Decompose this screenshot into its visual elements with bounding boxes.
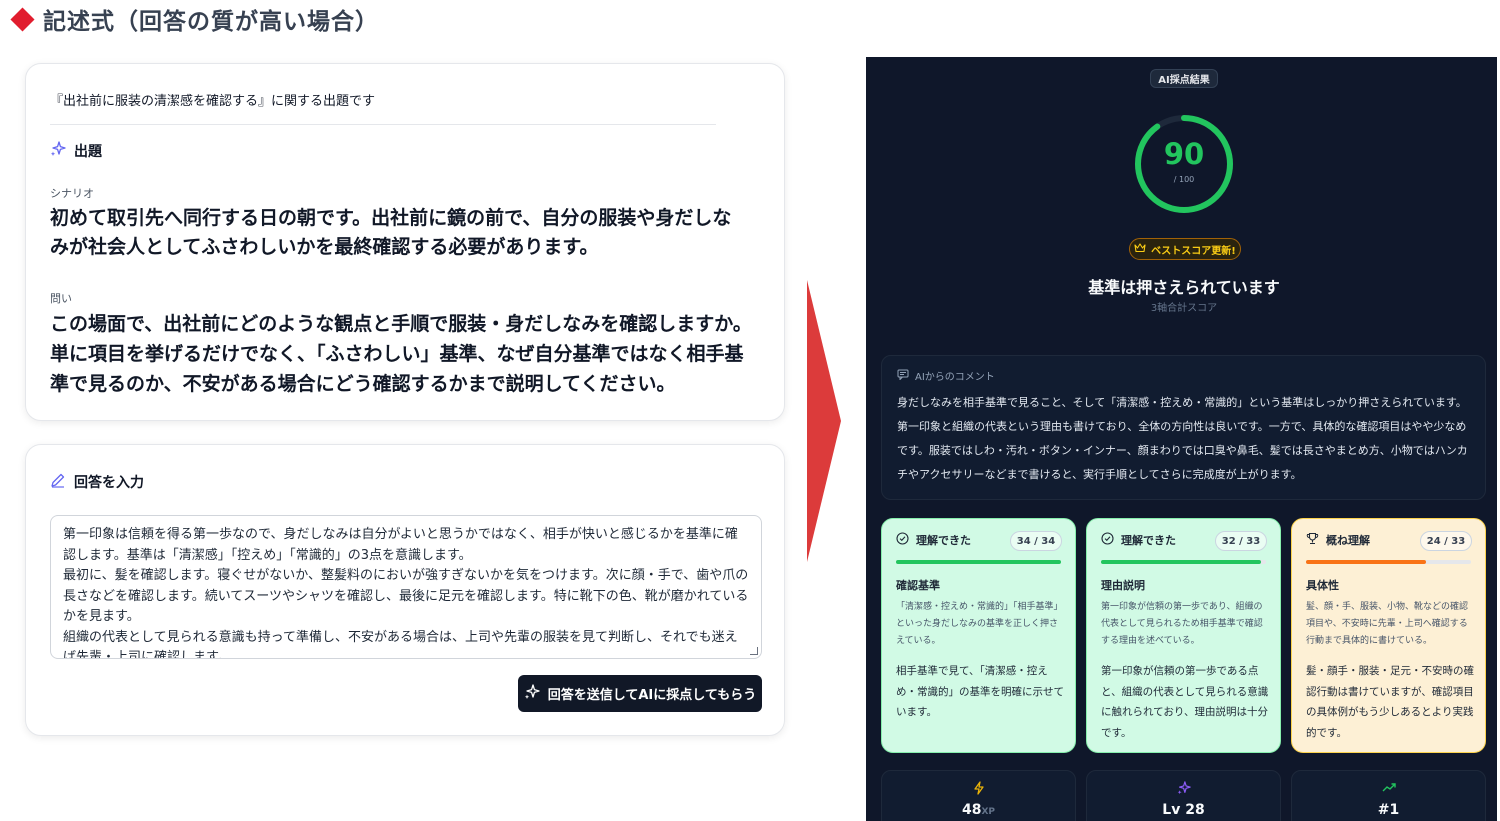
question-text: この場面で、出社前にどのような観点と手順で服装・身だしなみを確認しますか。単に項… (50, 313, 752, 395)
sparkle-icon (524, 683, 540, 704)
answer-section-label: 回答を入力 (50, 472, 144, 492)
axis-status: 概ね理解 (1306, 532, 1370, 548)
answer-paragraph: 最初に、髪を確認します。寝ぐせがないか、整髪料のにおいが強すぎないかを気をつけま… (63, 568, 749, 624)
sparkle-icon (1087, 781, 1280, 795)
axis-card: 理解できた 32 / 33 理由説明 第一印象が信頼の第一歩であり、組織の代表と… (1086, 518, 1281, 753)
axis-card: 概ね理解 24 / 33 具体性 髪、顔・手、服装、小物、靴などの確認項目や、不… (1291, 518, 1486, 753)
question-section-label-text: 出題 (74, 144, 102, 160)
axis-progress-track (1306, 560, 1471, 564)
axis-score-badge: 32 / 33 (1215, 531, 1267, 551)
sparkle-icon (50, 141, 66, 161)
comment-icon (897, 369, 909, 383)
ai-comment-text: 身だしなみを相手基準で見ること、そして「清潔感・控えめ・常識的」という基準はしっ… (897, 396, 1468, 481)
axis-status-label: 理解できた (1121, 534, 1176, 547)
divider (50, 124, 716, 125)
answer-card: 回答を入力 第一印象は信頼を得る第一歩なので、身だしなみは自分がよいと思うかでは… (25, 444, 785, 736)
axis-score-badge: 24 / 33 (1420, 531, 1472, 551)
axis-status: 理解できた (896, 532, 971, 548)
axis-progress-fill (1306, 560, 1427, 564)
axis-status: 理解できた (1101, 532, 1176, 548)
rank-value: #1 (1377, 802, 1400, 818)
axis-name: 理由説明 (1101, 579, 1145, 592)
ai-comment-box: AIからのコメント 身だしなみを相手基準で見ること、そして「清潔感・控えめ・常識… (881, 355, 1486, 500)
ai-comment-title: AIからのコメント (897, 368, 995, 383)
verdict-text: 基準は押さえられています (1088, 278, 1280, 297)
lightning-icon (882, 781, 1075, 795)
scenario-label: シナリオ (50, 187, 94, 200)
submit-answer-button[interactable]: 回答を送信してAIに採点してもらう (518, 675, 762, 712)
axis-score-badge: 34 / 34 (1010, 531, 1062, 551)
resize-handle[interactable] (750, 647, 758, 655)
axis-evaluation: 相手基準で見て、「清潔感・控えめ・常識的」の基準を明確に示せています。 (896, 665, 1064, 718)
axis-progress-track (1101, 560, 1266, 564)
crown-icon (1134, 242, 1146, 256)
axis-evaluation: 髪・顔手・服装・足元・不安時の確認行動は書けていますが、確認項目の具体例がもう少… (1306, 665, 1474, 739)
axis-criteria: 髪、顔・手、服装、小物、靴などの確認項目や、不安時に先輩・上司へ確認する行動まで… (1306, 602, 1469, 646)
axis-progress-track (896, 560, 1061, 564)
submit-answer-label: 回答を送信してAIに採点してもらう (547, 688, 757, 703)
axis-criteria: 第一印象が信頼の第一歩であり、組織の代表として見られるため相手基準で確認する理由… (1101, 602, 1263, 646)
pencil-icon (50, 472, 66, 492)
ai-result-panel: AI採点結果 90 / 100 ベストスコア更新! 基準は押さえられています 3… (866, 57, 1497, 821)
page: 記述式（回答の質が高い場合） 『出社前に服装の清潔感を確認する』に関する出題です… (0, 0, 1500, 821)
axis-card: 理解できた 34 / 34 確認基準 「清潔感・控えめ・常識的」「相手基準」とい… (881, 518, 1076, 753)
slide-heading: 記述式（回答の質が高い場合） (10, 2, 379, 36)
axis-name: 確認基準 (896, 579, 940, 592)
arrow-right-icon (807, 280, 841, 562)
question-intro: 『出社前に服装の清潔感を確認する』に関する出題です (50, 94, 376, 109)
answer-paragraph: 組織の代表として見られる意識も持って準備し、不安がある場合は、上司や先輩の服装を… (63, 629, 738, 659)
axis-evaluation: 第一印象が信頼の第一歩である点と、組織の代表として見られる意識に触れられており、… (1101, 665, 1269, 739)
axis-status-label: 理解できた (916, 534, 971, 547)
diamond-bullet-icon (10, 6, 35, 32)
axis-progress-fill (896, 560, 1061, 564)
question-section-label: 出題 (50, 141, 102, 161)
verdict-subtext: 3軸合計スコア (1150, 303, 1218, 314)
axis-criteria: 「清潔感・控えめ・常識的」「相手基準」といった身だしなみの基準を正しく押さえてい… (896, 602, 1063, 646)
best-score-label: ベストスコア更新! (1151, 245, 1236, 257)
rank-stat: #1 (1291, 770, 1486, 821)
xp-stat: 48XP (881, 770, 1076, 821)
axis-status-label: 概ね理解 (1326, 534, 1370, 547)
heading-text: 記述式（回答の質が高い場合） (43, 9, 379, 35)
question-label: 問い (50, 292, 72, 305)
ai-result-badge: AI採点結果 (1150, 69, 1218, 88)
axis-progress-fill (1101, 560, 1262, 564)
trending-up-icon (1292, 781, 1485, 793)
scenario-text: 初めて取引先へ同行する日の朝です。出社前に鏡の前で、自分の服装や身だしなみが社会… (50, 207, 732, 258)
answer-textarea[interactable]: 第一印象は信頼を得る第一歩なので、身だしなみは自分がよいと思うかではなく、相手が… (50, 515, 762, 659)
axis-name: 具体性 (1306, 579, 1339, 592)
score-value: 90 (1163, 137, 1205, 171)
score-max: / 100 (1173, 175, 1195, 184)
xp-value: 48XP (961, 802, 996, 818)
check-circle-icon (1101, 532, 1114, 548)
best-score-badge: ベストスコア更新! (1129, 238, 1241, 260)
question-card: 『出社前に服装の清潔感を確認する』に関する出題です 出題 シナリオ 初めて取引先… (25, 63, 785, 421)
check-circle-icon (896, 532, 909, 548)
ai-comment-title-text: AIからのコメント (915, 372, 995, 383)
trophy-icon (1306, 532, 1319, 548)
level-stat: Lv 28 (1086, 770, 1281, 821)
answer-paragraph: 第一印象は信頼を得る第一歩なので、身だしなみは自分がよいと思うかではなく、相手が… (63, 527, 738, 563)
answer-section-label-text: 回答を入力 (74, 475, 144, 491)
level-value: Lv 28 (1162, 802, 1205, 818)
